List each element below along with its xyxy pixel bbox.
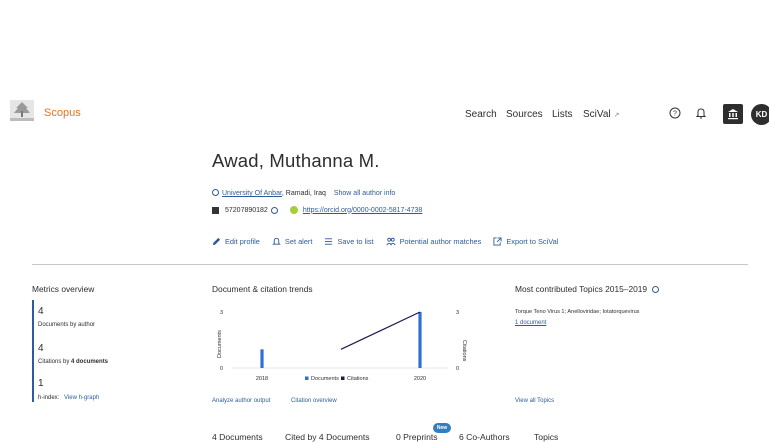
people-icon (386, 237, 396, 246)
h-index-label: h-index: (38, 395, 60, 401)
orcid-icon (289, 206, 298, 214)
legend-label-documents: Documents (311, 376, 339, 382)
edit-profile-button[interactable]: Edit profile (212, 237, 260, 246)
topic-name: Torque Teno Virus 1; Anelloviridae; Iota… (515, 309, 640, 315)
svg-text:?: ? (673, 111, 677, 118)
affiliation-location: , Ramadi, Iraq (281, 190, 326, 197)
h-index-value: 1 (38, 378, 44, 389)
scopus-id-icon (212, 206, 219, 214)
documents-count: 4 (38, 306, 44, 317)
export-to-scival-button[interactable]: Export to SciVal (493, 237, 558, 246)
edit-profile-label: Edit profile (225, 237, 260, 246)
citations-label-documents: 4 documents (71, 359, 109, 365)
potential-author-matches-label: Potential author matches (399, 237, 482, 246)
y-tick-label: 3 (220, 310, 223, 316)
legend-swatch-documents (305, 376, 309, 380)
trends-title: Document & citation trends (212, 284, 313, 294)
brand-name[interactable]: Scopus (44, 107, 81, 119)
set-alert-label: Set alert (284, 237, 313, 246)
line-citations (340, 311, 421, 350)
x-tick-label: 2020 (414, 376, 426, 382)
save-to-list-button[interactable]: Save to list (324, 237, 374, 246)
view-all-topics-link[interactable]: View all Topics (515, 398, 554, 404)
institution-icon[interactable] (723, 104, 743, 124)
topics-title-text: Most contributed Topics 2015–2019 (515, 284, 648, 294)
y2-axis-title: Citations (461, 340, 467, 362)
x-tick-label: 2018 (256, 376, 268, 382)
divider (32, 264, 748, 265)
author-name: Awad, Muthanna M. (212, 150, 380, 171)
analyze-author-output-link[interactable]: Analyze author output (212, 398, 270, 404)
export-to-scival-label: Export to SciVal (506, 237, 559, 246)
metrics-overview-title: Metrics overview (32, 284, 95, 294)
tab-documents[interactable]: 4 Documents (212, 432, 263, 442)
info-icon (212, 189, 219, 196)
citation-overview-link[interactable]: Citation overview (291, 398, 337, 404)
nav-scival[interactable]: SciVal ↗ (583, 109, 619, 120)
h-index-row: h-index: View h-graph (38, 395, 99, 401)
trends-chart: 3 0 3 0 Documents Citations 2018 2020 Documents C… (217, 310, 467, 382)
affiliation-link[interactable]: University Of Anbar (222, 190, 282, 197)
author-actions: Edit profile Set alert Save to list Pote… (212, 237, 570, 246)
external-link-icon: ↗ (613, 112, 620, 119)
y2-tick-label: 0 (456, 366, 459, 372)
new-badge: New (433, 423, 451, 433)
topics-title: Most contributed Topics 2015–2019 (515, 284, 660, 294)
orcid-link[interactable]: https://orcid.org/0000-0002-5817-4738 (303, 207, 422, 214)
tab-topics[interactable]: Topics (534, 432, 558, 442)
set-alert-button[interactable]: Set alert (272, 237, 313, 246)
tab-preprints[interactable]: 0 Preprints (396, 432, 438, 442)
save-to-list-label: Save to list (337, 237, 374, 246)
avatar[interactable]: KD (751, 104, 769, 125)
metrics-accent-bar (32, 300, 34, 402)
info-icon[interactable] (270, 206, 278, 214)
help-icon[interactable]: ? (667, 105, 683, 121)
y-axis-title: Documents (217, 330, 223, 358)
identifier-row: 57207890182 https://orcid.org/0000-0002-… (212, 206, 422, 214)
documents-label: Documents by author (38, 322, 96, 328)
nav-search[interactable]: Search (465, 109, 497, 120)
legend-swatch-citations (341, 376, 345, 380)
potential-author-matches-button[interactable]: Potential author matches (386, 237, 482, 246)
bar-documents-2018 (260, 349, 264, 368)
show-all-author-info-link[interactable]: Show all author info (334, 190, 395, 197)
bar-documents-2020 (418, 312, 422, 368)
list-icon (325, 238, 333, 245)
view-h-graph-link[interactable]: View h-graph (64, 395, 99, 401)
scopus-id: 57207890182 (225, 206, 268, 214)
citations-count: 4 (38, 343, 44, 354)
citations-label: Citations by 4 documents (38, 359, 108, 365)
elsevier-logo-icon[interactable] (8, 96, 36, 124)
tab-co-authors[interactable]: 6 Co-Authors (459, 432, 510, 442)
bell-icon (272, 237, 281, 245)
citations-label-prefix: Citations by (38, 359, 72, 365)
legend-label-citations: Citations (347, 376, 369, 382)
bell-icon[interactable] (693, 105, 709, 121)
export-icon (493, 237, 502, 246)
nav-lists[interactable]: Lists (552, 109, 573, 120)
y2-tick-label: 3 (456, 310, 459, 316)
info-icon[interactable] (652, 286, 660, 293)
tab-cited-by[interactable]: Cited by 4 Documents (285, 432, 370, 442)
topic-documents-link[interactable]: 1 document (515, 320, 546, 326)
y-tick-label: 0 (220, 366, 223, 372)
nav-sources[interactable]: Sources (506, 109, 543, 120)
affiliation-row: University Of Anbar, Ramadi, Iraq Show a… (212, 189, 395, 197)
nav-scival-label: SciVal (583, 109, 611, 120)
pencil-icon (212, 237, 221, 246)
